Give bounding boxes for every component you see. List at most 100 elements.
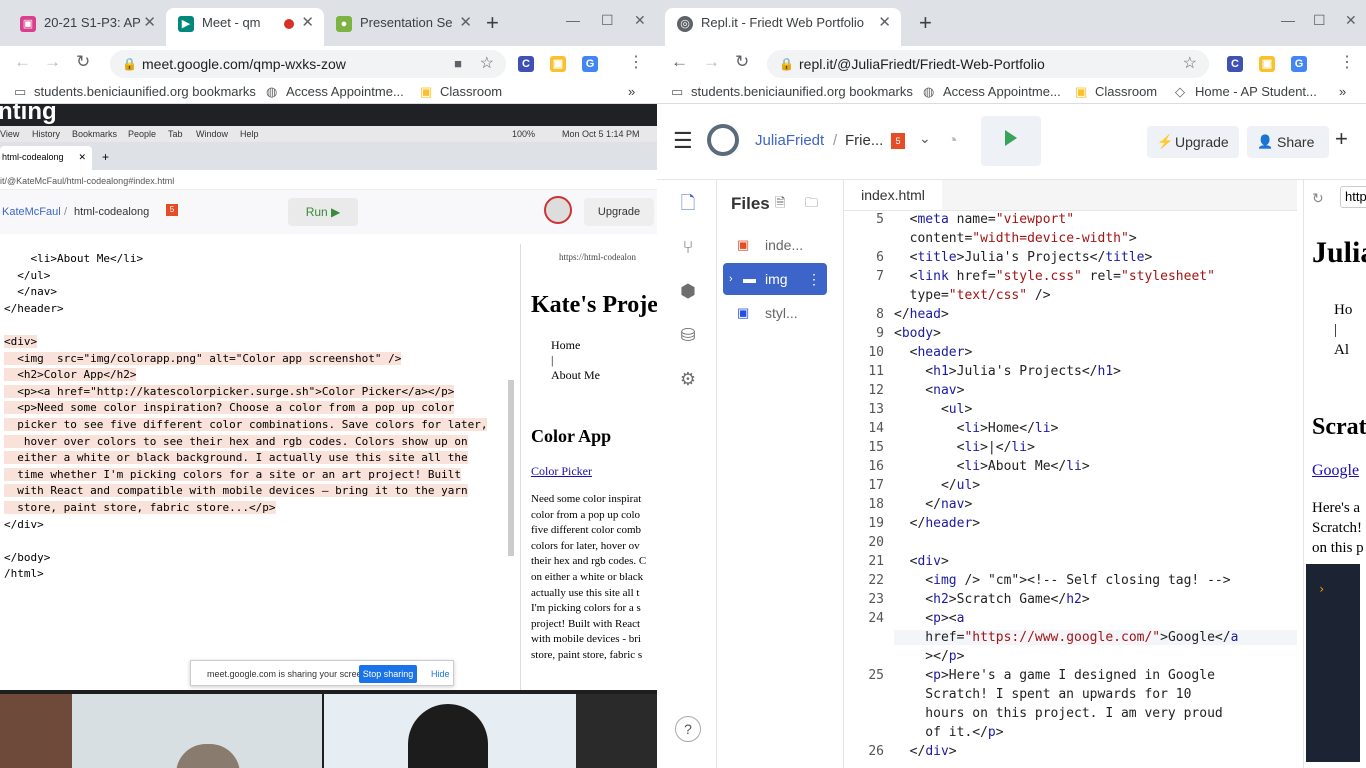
new-tab-button[interactable]: +	[486, 10, 499, 36]
bookmark-access[interactable]: ◍ Access Appointme...	[266, 84, 404, 100]
add-icon[interactable]: +	[1335, 126, 1348, 152]
tab-meet[interactable]: ▶ Meet - qmp-wxks-zow ✕	[166, 8, 324, 46]
repl-logo-icon[interactable]	[707, 124, 739, 156]
help-icon[interactable]: ?	[675, 716, 701, 742]
close-icon[interactable]: ✕	[459, 8, 472, 38]
bookmark-classroom[interactable]: ▣ Classroom	[1075, 84, 1157, 100]
tab-index-html[interactable]: index.html	[844, 180, 942, 210]
code-line[interactable]: <p><a	[894, 611, 964, 626]
code-line[interactable]: <header>	[894, 345, 973, 360]
refresh-icon[interactable]: ↻	[1312, 190, 1324, 207]
extension-c-icon[interactable]: C	[518, 56, 534, 72]
file-item-index[interactable]: ▣ inde...	[723, 229, 827, 261]
address-bar[interactable]: 🔒 meet.google.com/qmp-wxks-zow ■ ☆	[110, 50, 506, 78]
maximize-button[interactable]: ☐	[601, 12, 614, 29]
maximize-button[interactable]: ☐	[1313, 12, 1326, 29]
stop-sharing-button[interactable]: Stop sharing	[359, 665, 417, 683]
preview-url-bar[interactable]: http	[1340, 186, 1366, 208]
star-icon[interactable]: ☆	[480, 50, 494, 78]
menu-icon[interactable]: ⋮	[1339, 52, 1355, 72]
code-line[interactable]: <link href="style.css" rel="stylesheet"	[894, 269, 1215, 284]
reload-icon[interactable]: ↻	[76, 52, 90, 72]
tab-presentation[interactable]: ● Presentation Se ✕	[324, 8, 482, 46]
files-icon[interactable]: 🗋	[677, 192, 699, 214]
upgrade-button[interactable]: ⚡ Upgrade	[1147, 126, 1239, 158]
project-name[interactable]: Frie...	[845, 132, 883, 149]
share-button[interactable]: 👤 Share	[1247, 126, 1329, 158]
console-panel[interactable]: ›	[1306, 564, 1360, 762]
code-line[interactable]: content="width=device-width">	[894, 231, 1137, 246]
preview-google-link[interactable]: Google	[1312, 462, 1359, 480]
translate-extension-icon[interactable]: G	[582, 56, 598, 72]
code-line[interactable]: <ul>	[894, 402, 972, 417]
code-line[interactable]: </head>	[894, 307, 949, 322]
code-line[interactable]: <h1>Julia's Projects</h1>	[894, 364, 1121, 379]
code-line[interactable]: <p>Here's a game I designed in Google	[894, 668, 1215, 683]
menu-icon[interactable]: ⋮	[628, 52, 644, 72]
code-line[interactable]: type="text/css" />	[894, 288, 1051, 303]
packages-icon[interactable]: ⬢	[677, 280, 699, 302]
code-line[interactable]: href="https://www.google.com/">Google</a	[894, 630, 1297, 645]
code-line[interactable]: <li>About Me</li>	[894, 459, 1090, 474]
chevron-down-icon[interactable]: ⌄	[919, 130, 931, 147]
code-line[interactable]: <nav>	[894, 383, 964, 398]
bookmark-classroom[interactable]: ▣ Classroom	[420, 84, 502, 100]
classroom-extension-icon[interactable]: ▣	[1259, 56, 1275, 72]
database-icon[interactable]: ⛁	[677, 324, 699, 346]
code-line[interactable]: <li>|</li>	[894, 440, 1035, 455]
bookmark-folder[interactable]: ▭ students.beniciaunified.org bookmarks	[14, 84, 256, 100]
code-line[interactable]: </div>	[894, 744, 957, 759]
version-control-icon[interactable]: ⑂	[677, 236, 699, 258]
bookmark-folder[interactable]: ▭ students.beniciaunified.org bookmarks	[671, 84, 913, 100]
reload-icon[interactable]: ↻	[735, 52, 749, 72]
back-icon[interactable]: ←	[14, 52, 31, 72]
new-file-icon[interactable]: 🗎	[775, 194, 785, 216]
bookmark-access[interactable]: ◍ Access Appointme...	[923, 84, 1061, 100]
settings-gear-icon[interactable]: ⚙	[677, 368, 699, 390]
code-line[interactable]: hours on this project. I am very proud	[894, 706, 1222, 721]
close-window-button[interactable]: ✕	[634, 12, 646, 29]
camera-icon[interactable]: ■	[454, 50, 462, 78]
code-line[interactable]: <li>Home</li>	[894, 421, 1059, 436]
code-editor[interactable]: index.html ▤ 5 <meta name="viewport" con…	[843, 180, 1317, 768]
folder-item-img[interactable]: › ▬ img ⋮	[723, 263, 827, 295]
star-icon[interactable]: ☆	[1183, 50, 1197, 78]
bookmark-ap[interactable]: ◇ Home - AP Student...	[1175, 84, 1317, 100]
new-tab-button[interactable]: +	[919, 10, 932, 36]
code-line[interactable]: Scratch! I spent an upwards for 10	[894, 687, 1191, 702]
back-icon[interactable]: ←	[671, 52, 688, 72]
code-line[interactable]: <meta name="viewport"	[894, 212, 1074, 227]
more-bookmarks-icon[interactable]: »	[1339, 84, 1346, 99]
hide-button[interactable]: Hide	[431, 669, 450, 679]
minimize-button[interactable]: —	[566, 12, 580, 28]
translate-extension-icon[interactable]: G	[1291, 56, 1307, 72]
code-area[interactable]: 5 <meta name="viewport" content="width=d…	[844, 210, 1297, 768]
code-line[interactable]: ></p>	[894, 649, 964, 664]
code-line[interactable]: <h2>Scratch Game</h2>	[894, 592, 1089, 607]
history-icon[interactable]: ◔	[947, 130, 958, 151]
close-icon[interactable]: ✕	[878, 8, 891, 38]
new-folder-icon[interactable]: 🗀	[805, 194, 818, 216]
user-link[interactable]: JuliaFriedt	[755, 132, 824, 149]
forward-icon[interactable]: →	[44, 52, 61, 72]
code-line[interactable]: <body>	[894, 326, 941, 341]
classroom-extension-icon[interactable]: ▣	[550, 56, 566, 72]
close-icon[interactable]: ✕	[301, 8, 314, 38]
code-line[interactable]: of it.</p>	[894, 725, 1003, 740]
run-button[interactable]	[981, 116, 1041, 166]
code-line[interactable]: </header>	[894, 516, 980, 531]
code-line[interactable]: <img /> "cm"><!-- Self closing tag! -->	[894, 573, 1230, 588]
code-line[interactable]: </nav>	[894, 497, 972, 512]
tab-classroom[interactable]: ▣ 20-21 S1-P3: AP ✕	[8, 8, 166, 46]
minimize-button[interactable]: —	[1281, 12, 1295, 28]
close-window-button[interactable]: ✕	[1345, 12, 1357, 29]
address-bar[interactable]: 🔒 repl.it/@JuliaFriedt/Friedt-Web-Portfo…	[767, 50, 1209, 78]
tab-repl[interactable]: ◎ Repl.it - Friedt Web Portfolio ✕	[665, 8, 901, 46]
code-line[interactable]: <title>Julia's Projects</title>	[894, 250, 1153, 265]
hamburger-menu-icon[interactable]: ☰	[673, 128, 693, 154]
code-line[interactable]: </ul>	[894, 478, 980, 493]
close-icon[interactable]: ✕	[143, 8, 156, 38]
extension-c-icon[interactable]: C	[1227, 56, 1243, 72]
code-line[interactable]: <div>	[894, 554, 949, 569]
more-bookmarks-icon[interactable]: »	[628, 84, 635, 99]
